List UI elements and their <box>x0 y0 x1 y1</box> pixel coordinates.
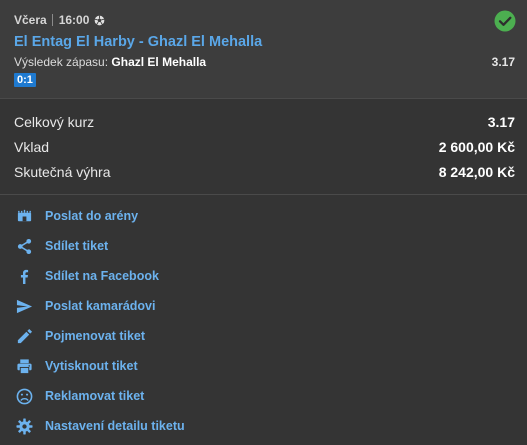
ticket-bet-card: Včera 16:00 El Entag El Harby - Ghazl El… <box>0 0 527 98</box>
summary-label: Skutečná výhra <box>14 164 111 180</box>
summary-row-actual-win: Skutečná výhra 8 242,00 Kč <box>0 159 527 184</box>
send-icon <box>16 299 33 314</box>
divider <box>0 98 527 99</box>
action-label: Nastavení detailu tiketu <box>45 419 185 433</box>
ticket-summary: Celkový kurz 3.17 Vklad 2 600,00 Kč Skut… <box>0 109 527 184</box>
summary-label: Vklad <box>14 139 50 155</box>
summary-row-stake: Vklad 2 600,00 Kč <box>0 134 527 159</box>
action-label: Poslat kamarádovi <box>45 299 156 313</box>
gear-icon <box>16 418 33 435</box>
score-badge: 0:1 <box>14 73 36 87</box>
action-label: Sdílet tiket <box>45 239 109 253</box>
ticket-actions: Poslat do arény Sdílet tiket Sdílet na F… <box>0 201 527 441</box>
action-send-to-arena[interactable]: Poslat do arény <box>0 201 527 231</box>
summary-label: Celkový kurz <box>14 114 95 130</box>
share-icon <box>17 238 32 255</box>
summary-row-total-odds: Celkový kurz 3.17 <box>0 109 527 134</box>
action-label: Poslat do arény <box>45 209 139 223</box>
summary-value: 8 242,00 Kč <box>438 164 515 180</box>
action-ticket-detail-settings[interactable]: Nastavení detailu tiketu <box>0 411 527 441</box>
facebook-icon <box>20 269 29 285</box>
action-label: Reklamovat tiket <box>45 389 145 403</box>
action-label: Sdílet na Facebook <box>45 269 159 283</box>
print-icon <box>17 359 32 375</box>
market-label: Výsledek zápasu: <box>14 55 109 69</box>
match-title-link[interactable]: El Entag El Harby - Ghazl El Mehalla <box>14 34 262 50</box>
market-result: Výsledek zápasu: Ghazl El Mehalla <box>14 55 206 69</box>
action-label: Vytisknout tiket <box>45 359 138 373</box>
market-pick: Ghazl El Mehalla <box>111 55 207 69</box>
action-claim-ticket[interactable]: Reklamovat tiket <box>0 381 527 411</box>
match-meta: Včera 16:00 <box>14 13 105 27</box>
action-send-to-friend[interactable]: Poslat kamarádovi <box>0 291 527 321</box>
check-circle-icon <box>494 10 516 32</box>
divider <box>0 194 527 195</box>
match-time: 16:00 <box>58 13 90 27</box>
action-share-facebook[interactable]: Sdílet na Facebook <box>0 261 527 291</box>
arena-icon <box>17 209 32 222</box>
selection-odd: 3.17 <box>491 55 515 69</box>
action-name-ticket[interactable]: Pojmenovat tiket <box>0 321 527 351</box>
action-label: Pojmenovat tiket <box>45 329 146 343</box>
meta-separator <box>51 14 53 26</box>
summary-value: 2 600,00 Kč <box>438 139 515 155</box>
action-share-ticket[interactable]: Sdílet tiket <box>0 231 527 261</box>
pencil-icon <box>17 328 33 344</box>
summary-value: 3.17 <box>487 114 515 130</box>
action-print-ticket[interactable]: Vytisknout tiket <box>0 351 527 381</box>
soccer-ball-icon <box>95 15 105 25</box>
match-day: Včera <box>14 13 47 27</box>
sad-face-icon <box>16 388 33 405</box>
